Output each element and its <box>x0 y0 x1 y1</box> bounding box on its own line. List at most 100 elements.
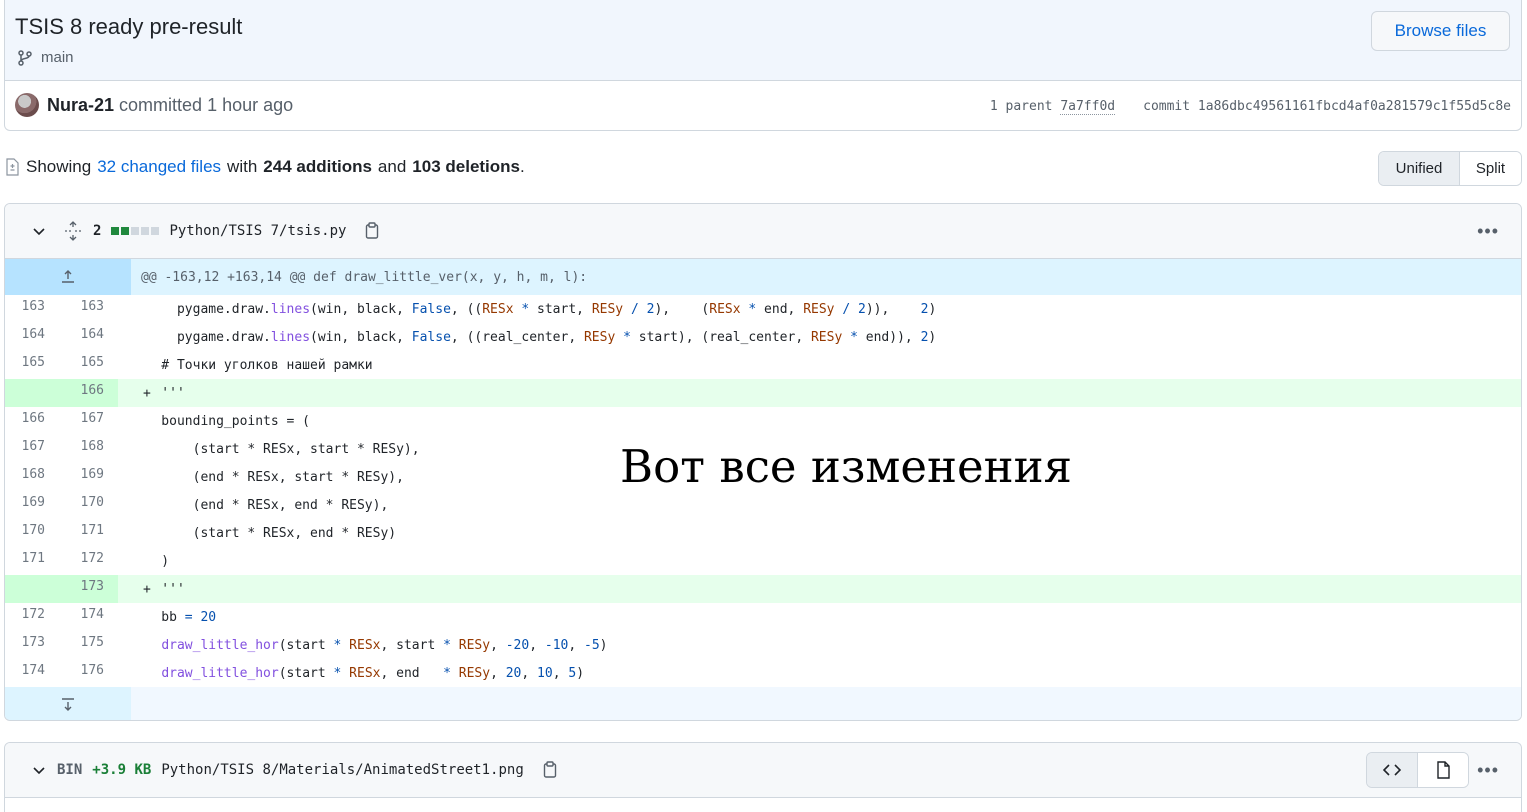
old-line-number[interactable]: 168 <box>5 463 55 491</box>
line-code: # Точки уголков нашей рамки <box>130 358 373 373</box>
old-line-number[interactable] <box>5 379 55 407</box>
commit-info: commit 1a86dbc49561161fbcd4af0a281579c1f… <box>1143 99 1511 114</box>
diffstat-bar <box>111 227 160 235</box>
browse-files-button[interactable]: Browse files <box>1371 11 1510 51</box>
commit-refs: 1 parent 7a7ff0d commit 1a86dbc49561161f… <box>989 99 1511 115</box>
expand-all-icon[interactable] <box>63 221 83 241</box>
file-diff-icon[interactable] <box>4 158 20 176</box>
chevron-down-icon[interactable] <box>31 762 47 778</box>
binary-label: BIN <box>57 762 83 778</box>
new-line-number[interactable]: 163 <box>55 295 118 323</box>
line-code: ''' <box>130 386 185 401</box>
old-line-number[interactable]: 172 <box>5 603 55 631</box>
line-code: pygame.draw.lines(win, black, False, ((R… <box>130 302 937 317</box>
commit-meta: Nura-21 committed 1 hour ago 1 parent 7a… <box>5 81 1521 130</box>
expand-down-icon[interactable] <box>5 687 131 720</box>
line-code: bounding_points = ( <box>130 414 311 429</box>
expand-down-filler <box>131 687 1521 720</box>
old-line-number[interactable]: 169 <box>5 491 55 519</box>
file-view-toggle <box>1366 752 1469 788</box>
file-header-left: 2 Python/TSIS 7/tsis.py <box>31 204 380 258</box>
commit-label: commit <box>1143 99 1191 114</box>
line-code: draw_little_hor(start * RESx, end * RESy… <box>161 666 585 681</box>
commit-sha[interactable]: 1a86dbc49561161fbcd4af0a281579c1f55d5c8e <box>1198 99 1511 114</box>
file-menu-icon[interactable]: ••• <box>1477 760 1499 781</box>
file-header: 2 Python/TSIS 7/tsis.py ••• <box>5 204 1521 259</box>
new-line-number[interactable]: 164 <box>55 323 118 351</box>
avatar[interactable] <box>15 93 39 117</box>
file-header-left: BIN +3.9 KB Python/TSIS 8/Materials/Anim… <box>31 743 558 797</box>
expand-down-row <box>5 687 1521 720</box>
author-link[interactable]: Nura-21 <box>47 95 114 115</box>
old-line-number[interactable]: 173 <box>5 631 55 659</box>
hunk-header-text: @@ -163,12 +163,14 @@ def draw_little_ve… <box>141 269 588 285</box>
hunk-header: @@ -163,12 +163,14 @@ def draw_little_ve… <box>5 259 1521 295</box>
file-size-change: +3.9 KB <box>92 762 152 778</box>
line-code: (start * RESx, end * RESy) <box>130 526 397 541</box>
file-header: BIN +3.9 KB Python/TSIS 8/Materials/Anim… <box>5 743 1521 798</box>
new-line-number[interactable]: 176 <box>55 659 118 687</box>
author-line: Nura-21 committed 1 hour ago <box>47 95 293 116</box>
parent-label: 1 parent <box>989 99 1053 114</box>
old-line-number[interactable]: 170 <box>5 519 55 547</box>
split-button[interactable]: Split <box>1460 152 1521 185</box>
commit-title-bar: TSIS 8 ready pre-result main Browse file… <box>5 0 1521 81</box>
diff-line: 172 174 bb = 20 <box>5 603 1521 631</box>
summary-period: . <box>520 157 525 176</box>
line-code: (end * RESx, start * RESy), <box>130 470 404 485</box>
new-line-number[interactable]: 172 <box>55 547 118 575</box>
deletions-count: 103 deletions <box>412 157 521 176</box>
old-line-number[interactable]: 165 <box>5 351 55 379</box>
new-line-number[interactable]: 166 <box>55 379 118 407</box>
new-line-number[interactable]: 165 <box>55 351 118 379</box>
code-view-icon[interactable] <box>1367 753 1418 787</box>
line-code: draw_little_hor(start * RESx, start * RE… <box>161 638 608 653</box>
parent-info: 1 parent 7a7ff0d <box>989 99 1116 115</box>
old-line-number[interactable]: 166 <box>5 407 55 435</box>
diff-line: 171 172 ) <box>5 547 1521 575</box>
diff-line: 163 163 pygame.draw.lines(win, black, Fa… <box>5 295 1521 323</box>
file-menu-icon[interactable]: ••• <box>1477 221 1499 242</box>
unified-button[interactable]: Unified <box>1379 152 1460 185</box>
new-line-number[interactable]: 174 <box>55 603 118 631</box>
new-line-number[interactable]: 169 <box>55 463 118 491</box>
old-line-number[interactable]: 174 <box>5 659 55 687</box>
old-line-number[interactable]: 171 <box>5 547 55 575</box>
diff-line: 164 164 pygame.draw.lines(win, black, Fa… <box>5 323 1521 351</box>
committed-time: committed 1 hour ago <box>119 95 294 115</box>
diff-line: 174 176 draw_little_hor(start * RESx, en… <box>5 659 1521 687</box>
branch-indicator[interactable]: main <box>17 49 74 66</box>
commit-title: TSIS 8 ready pre-result <box>15 14 243 39</box>
changed-files-link[interactable]: 32 changed files <box>97 157 221 177</box>
new-line-number[interactable]: 167 <box>55 407 118 435</box>
line-code: (start * RESx, start * RESy), <box>130 442 420 457</box>
copy-icon[interactable] <box>542 761 558 779</box>
change-count: 2 <box>93 223 102 239</box>
new-line-number[interactable]: 171 <box>55 519 118 547</box>
diff-line: 170 171 (start * RESx, end * RESy) <box>5 519 1521 547</box>
file-path[interactable]: Python/TSIS 7/tsis.py <box>169 223 346 239</box>
view-mode-toggle: Unified Split <box>1378 151 1522 186</box>
parent-sha-link[interactable]: 7a7ff0d <box>1060 99 1116 115</box>
line-code: (end * RESx, end * RESy), <box>130 498 389 513</box>
file-view-icon[interactable] <box>1418 753 1468 787</box>
diff-line-added: 166 + ''' <box>5 379 1521 407</box>
new-line-number[interactable]: 170 <box>55 491 118 519</box>
old-line-number[interactable]: 167 <box>5 435 55 463</box>
commit-header: TSIS 8 ready pre-result main Browse file… <box>4 0 1522 131</box>
new-line-number[interactable]: 175 <box>55 631 118 659</box>
old-line-number[interactable] <box>5 575 55 603</box>
old-line-number[interactable]: 164 <box>5 323 55 351</box>
chevron-down-icon[interactable] <box>31 223 47 239</box>
new-line-number[interactable]: 173 <box>55 575 118 603</box>
line-code: ) <box>130 554 170 569</box>
line-code: bb = 20 <box>130 610 217 625</box>
with-label: with <box>227 157 258 176</box>
file-path[interactable]: Python/TSIS 8/Materials/AnimatedStreet1.… <box>161 762 523 778</box>
diff-summary: Showing 32 changed files with 244 additi… <box>4 157 525 177</box>
new-line-number[interactable]: 168 <box>55 435 118 463</box>
expand-up-icon[interactable] <box>5 259 131 295</box>
line-code: ''' <box>130 582 185 597</box>
old-line-number[interactable]: 163 <box>5 295 55 323</box>
copy-icon[interactable] <box>364 222 380 240</box>
